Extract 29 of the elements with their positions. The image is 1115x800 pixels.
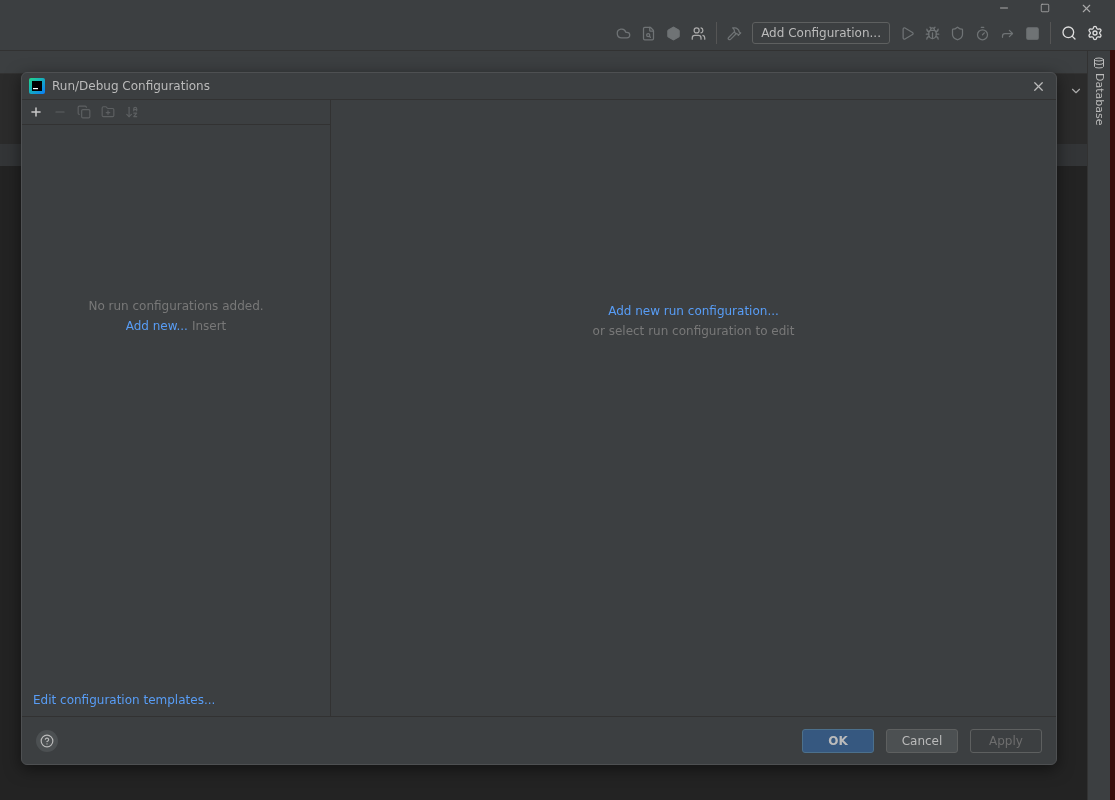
bug-icon[interactable]: [925, 25, 940, 41]
dialog-title: Run/Debug Configurations: [52, 79, 211, 93]
ok-button[interactable]: OK: [802, 728, 874, 753]
cloud-icon[interactable]: [616, 25, 632, 41]
add-new-link[interactable]: Add new...: [125, 319, 188, 333]
add-configuration-button[interactable]: Add Configuration...: [752, 22, 890, 44]
hammer-icon[interactable]: [727, 25, 743, 41]
hexagon-icon[interactable]: [666, 25, 682, 41]
add-icon[interactable]: [29, 105, 43, 119]
empty-list-message: No run configurations added.: [88, 299, 264, 313]
maximize-icon[interactable]: [1040, 3, 1050, 13]
dialog-button[interactable]: Cancel: [886, 728, 958, 753]
play-icon[interactable]: [900, 25, 915, 41]
coverage-icon[interactable]: [950, 25, 965, 41]
search-icon[interactable]: [1061, 25, 1077, 41]
users-icon[interactable]: [691, 25, 707, 41]
edit-templates-link[interactable]: Edit configuration templates...: [33, 693, 216, 707]
app-logo-icon: [29, 78, 45, 94]
settings-icon[interactable]: [1087, 25, 1103, 41]
help-icon: [40, 733, 54, 748]
search-document-icon[interactable]: [641, 25, 657, 41]
help-button[interactable]: [36, 729, 58, 752]
stop-icon[interactable]: [1025, 25, 1040, 41]
add-configuration-link[interactable]: Add new run configuration...: [608, 304, 779, 318]
database-icon[interactable]: [1093, 57, 1105, 69]
profiler-icon[interactable]: [975, 25, 990, 41]
select-hint: or select run configuration to edit: [592, 324, 795, 338]
shortcut-hint: Insert: [191, 319, 227, 333]
tool-window-tab[interactable]: Database: [1092, 73, 1106, 126]
